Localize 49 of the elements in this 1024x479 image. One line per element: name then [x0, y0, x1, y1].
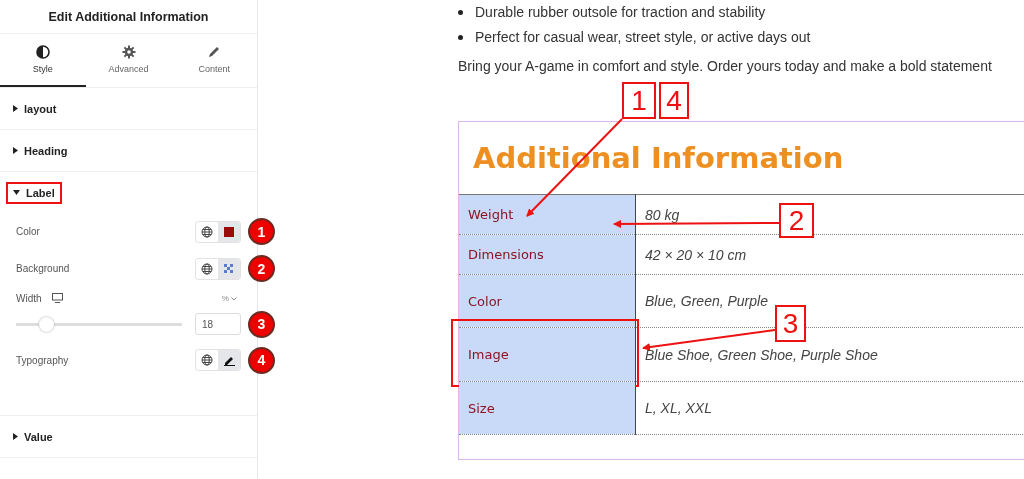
unit-selector[interactable]: %: [221, 293, 237, 303]
label-cell: Color: [459, 274, 636, 328]
globe-icon: [201, 225, 213, 238]
pencil-icon: [223, 354, 235, 366]
section-header[interactable]: Value: [8, 427, 58, 446]
number-badge: 3: [248, 310, 275, 338]
globe-icon: [201, 354, 213, 366]
control-label: Typography: [16, 354, 69, 366]
section-header[interactable]: layout: [8, 99, 62, 118]
color-swatch-icon: [224, 226, 234, 237]
tab[interactable]: Advanced: [85, 34, 172, 87]
section-header[interactable]: Heading: [8, 141, 73, 160]
pencil-icon: [207, 45, 222, 59]
color-control[interactable]: [195, 220, 241, 243]
pattern-icon: [224, 263, 234, 274]
control-label: Background: [16, 263, 70, 274]
panel-title: Edit Additional Information: [0, 0, 257, 34]
callout-number: 2: [779, 203, 814, 238]
background-control[interactable]: [195, 257, 241, 280]
label-cell: Size: [459, 381, 636, 435]
tab[interactable]: Content: [171, 34, 257, 87]
contrast-icon: [35, 45, 50, 59]
caret-icon: [13, 433, 18, 440]
callout-number: 4: [659, 82, 689, 119]
monitor-icon: [51, 293, 63, 303]
section-header[interactable]: Label: [8, 183, 60, 202]
callout-number: 1: [622, 82, 656, 119]
tab[interactable]: Style: [0, 34, 86, 87]
caret-icon: [13, 105, 18, 112]
paragraph: Bring your A-game in comfort and style. Order yours today and make a bold statement: [458, 58, 993, 75]
control-label: Color: [16, 226, 40, 237]
bullet-icon: [458, 10, 463, 15]
number-badge: 2: [248, 255, 275, 282]
control-label: Width: [16, 292, 42, 304]
typography-control[interactable]: [195, 349, 241, 371]
bullet-icon: [458, 35, 463, 40]
bullet-text: Perfect for casual wear, street style, or active days out: [475, 29, 811, 46]
chevron-down-icon: [231, 296, 237, 301]
label-cell: Weight: [459, 194, 636, 235]
globe-icon: [201, 262, 213, 275]
label-cell: Dimensions: [459, 234, 636, 275]
bullet-text: Durable rubber outsole for traction and stability: [475, 4, 766, 21]
number-badge: 4: [248, 346, 275, 374]
number-badge: 1: [248, 218, 275, 245]
caret-icon: [13, 190, 20, 195]
settings-icon: [121, 45, 136, 59]
number-field[interactable]: 18: [195, 313, 241, 335]
value-cell: L, XL, XXL: [635, 381, 1024, 435]
caret-icon: [13, 147, 18, 154]
